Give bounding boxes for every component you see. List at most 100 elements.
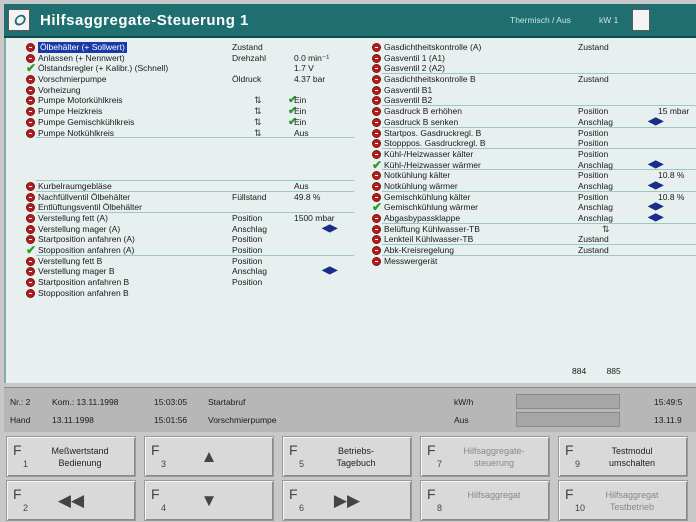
control-row[interactable]: Pumpe Gemischkühlkreis ⇅ ✔ Ein (26, 116, 354, 128)
control-row[interactable]: Verstellung mager B Anschlag ◀▶ (26, 266, 354, 277)
control-row[interactable]: Nachfüllventil Ölbehälter Füllstand 49.8 % (26, 192, 354, 203)
control-row[interactable]: Lenkteil Kühlwasser-TB Zustand (372, 234, 696, 246)
control-row[interactable]: Pumpe Motorkühlkreis ⇅ ✔ Ein (26, 95, 354, 106)
control-row[interactable]: Verstellung fett B Position (26, 256, 354, 267)
control-row[interactable]: Stopppos. Gasdruckregl. B Position (372, 138, 696, 149)
off-indicator-icon[interactable] (372, 128, 381, 138)
control-label: Pumpe Heizkreis (38, 106, 103, 117)
control-row[interactable]: Vorschmierpumpe Öldruck 4.37 bar (26, 74, 354, 85)
control-state: Zustand (578, 42, 609, 52)
function-key-f3[interactable]: F 3 ▲ (144, 436, 274, 477)
control-row[interactable]: Gasventil 2 (A2) (372, 63, 696, 75)
off-indicator-icon[interactable] (26, 85, 35, 95)
control-row[interactable]: Notkühlung wärmer Anschlag ◀▶ (372, 180, 696, 192)
mode-status: Thermisch / Aus (510, 15, 571, 25)
corner-icon (632, 9, 651, 31)
control-row[interactable]: Kurbelraumgebläse Aus (26, 181, 354, 192)
off-indicator-icon[interactable] (372, 235, 381, 245)
control-label: Startposition anfahren (A) (38, 234, 135, 245)
off-indicator-icon[interactable] (26, 278, 35, 288)
control-row[interactable]: Abgasbypassklappe Anschlag ◀▶ (372, 212, 696, 224)
control-row[interactable]: Gasventil B2 (372, 95, 696, 107)
off-indicator-icon[interactable] (26, 75, 35, 85)
control-row[interactable]: Pumpe Notkühlkreis ⇅ Aus (26, 128, 354, 139)
function-key-f5[interactable]: F 5 Betriebs- Tagebuch (282, 436, 412, 477)
control-row[interactable]: Stopposition anfahren B (26, 288, 354, 299)
control-label: Startposition anfahren B (38, 277, 130, 288)
off-indicator-icon[interactable] (26, 181, 35, 191)
off-indicator-icon[interactable] (372, 117, 381, 127)
control-row[interactable]: Ölbehälter (+ Sollwert) Zustand (26, 42, 354, 53)
control-row[interactable]: Startpos. Gasdruckregl. B Position (372, 128, 696, 139)
function-key-f6[interactable]: F 6 ▶▶ (282, 480, 412, 521)
off-indicator-icon[interactable] (26, 107, 35, 117)
control-row[interactable]: Messwergerät (372, 256, 696, 267)
off-indicator-icon[interactable] (26, 256, 35, 266)
control-row[interactable]: Abk-Kreisregelung Zustand (372, 245, 696, 256)
off-indicator-icon[interactable] (26, 117, 35, 127)
off-indicator-icon[interactable] (26, 96, 35, 106)
off-indicator-icon[interactable] (26, 43, 35, 52)
msg-nr: Hand (10, 415, 31, 425)
function-key-f7[interactable]: F 7 Hilfsaggregate- steuerung (420, 436, 550, 477)
function-key-letter: F (565, 486, 574, 502)
off-indicator-icon[interactable] (372, 139, 381, 149)
control-row[interactable]: Gasventil 1 (A1) (372, 53, 696, 64)
off-indicator-icon[interactable] (26, 203, 35, 213)
function-key-f8[interactable]: F 8 Hilfsaggregat (420, 480, 550, 521)
off-indicator-icon[interactable] (26, 128, 35, 138)
control-row[interactable]: Entlüftungsventil Ölbehälter (26, 202, 354, 213)
off-indicator-icon[interactable] (26, 192, 35, 202)
off-indicator-icon[interactable] (372, 256, 381, 266)
on-check-icon[interactable]: ✔ (372, 201, 382, 213)
off-indicator-icon[interactable] (26, 224, 35, 234)
control-row[interactable]: Kühl-/Heizwasser kälter Position (372, 149, 696, 160)
control-row[interactable]: Vorheizung (26, 85, 354, 96)
function-key-f2[interactable]: F 2 ◀◀ (6, 480, 136, 521)
control-row[interactable]: Startposition anfahren (A) Position (26, 234, 354, 245)
function-key-f4[interactable]: F 4 ▼ (144, 480, 274, 521)
off-indicator-icon[interactable] (372, 171, 381, 181)
off-indicator-icon[interactable] (372, 107, 381, 117)
function-key-f10[interactable]: F 10 Hilfsaggregat Testbetrieb (558, 480, 688, 521)
off-indicator-icon[interactable] (26, 267, 35, 277)
off-indicator-icon[interactable] (372, 53, 381, 63)
on-check-icon[interactable]: ✔ (26, 244, 36, 256)
control-row[interactable]: ✔ Kühl-/Heizwasser wärmer Anschlag ◀▶ (372, 159, 696, 171)
off-indicator-icon[interactable] (26, 288, 35, 298)
off-indicator-icon[interactable] (372, 43, 381, 52)
left-column: Ölbehälter (+ Sollwert) Zustand Anlassen (… (26, 42, 354, 299)
control-row[interactable]: Verstellung fett (A) Position 1500 mbar (26, 213, 354, 224)
control-row[interactable]: Gasdruck B senken Anschlag ◀▶ (372, 116, 696, 128)
off-indicator-icon[interactable] (372, 214, 381, 223)
control-row[interactable]: Verstellung mager (A) Anschlag ◀▶ (26, 222, 354, 235)
control-row[interactable]: Startposition anfahren B Position (26, 277, 354, 288)
control-row[interactable]: Gasdichtheitskontrolle B Zustand (372, 74, 696, 85)
off-indicator-icon[interactable] (372, 64, 381, 74)
off-indicator-icon[interactable] (372, 224, 381, 234)
control-row[interactable]: Pumpe Heizkreis ⇅ ✔ Ein (26, 106, 354, 117)
control-label: Abgasbypassklappe (384, 213, 461, 223)
off-indicator-icon[interactable] (372, 75, 381, 85)
off-indicator-icon[interactable] (372, 246, 381, 256)
control-row[interactable]: Anlassen (+ Nennwert) Drehzahl 0.0 min⁻¹ (26, 53, 354, 64)
control-row[interactable]: ✔ Ölstandsregler (+ Kalibr.) (Schnell) 1.7… (26, 62, 354, 74)
off-indicator-icon[interactable] (372, 96, 381, 106)
control-row[interactable]: ✔ Stopposition anfahren (A) Position (26, 244, 354, 256)
control-state: Zustand (578, 245, 609, 256)
off-indicator-icon[interactable] (372, 85, 381, 95)
function-key-f1[interactable]: F 1 Meßwertstand Bedienung (6, 436, 136, 477)
function-key-f9[interactable]: F 9 Testmodul umschalten (558, 436, 688, 477)
msg-nr: Nr.: 2 (10, 397, 31, 407)
control-row[interactable]: Gasventil B1 (372, 85, 696, 96)
on-check-icon[interactable]: ✔ (26, 62, 36, 74)
end-stop-arrow-icon: ◀▶ (322, 222, 338, 234)
control-state: Anschlag (578, 213, 613, 223)
off-indicator-icon[interactable] (26, 214, 35, 223)
on-check-icon[interactable]: ✔ (372, 159, 382, 171)
control-row[interactable]: Gasdichtheitskontrolle (A) Zustand (372, 42, 696, 53)
unit-status: kW 1 (598, 15, 619, 25)
control-row[interactable]: Belüftung Kühlwasser-TB ⇅ (372, 224, 696, 235)
off-indicator-icon[interactable] (372, 181, 381, 191)
msg-date: 13.11.1998 (52, 415, 94, 425)
